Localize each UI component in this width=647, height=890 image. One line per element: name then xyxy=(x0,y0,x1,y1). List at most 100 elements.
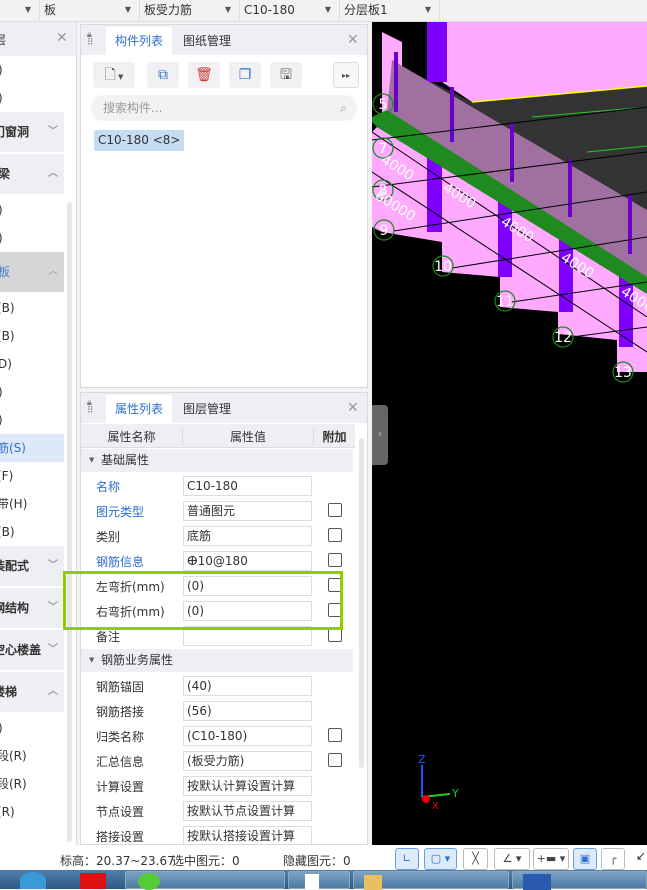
tree-item[interactable]: ) xyxy=(0,196,64,224)
tree-group[interactable]: 门窗洞 ﹀ xyxy=(0,112,64,152)
ortho-toggle[interactable]: ∟ xyxy=(395,848,419,870)
display-toggle[interactable]: ▣ xyxy=(573,848,597,870)
property-value-input[interactable]: (板受力筋) xyxy=(183,751,312,771)
tree-item[interactable]: ) xyxy=(0,714,64,742)
property-value-input[interactable]: ⴲ10@180 xyxy=(183,551,312,571)
property-name[interactable]: 钢筋信息 xyxy=(96,553,144,570)
tree-item-label: (F) xyxy=(0,469,14,483)
property-value-input[interactable]: 普通图元 xyxy=(183,501,312,521)
scrollbar[interactable] xyxy=(359,438,364,768)
section-header[interactable]: ▼ 基础属性 xyxy=(81,449,353,472)
tree-item[interactable]: (F) xyxy=(0,462,64,490)
property-value-input[interactable]: (56) xyxy=(183,701,312,721)
taskbar-app[interactable] xyxy=(125,871,285,890)
resize-icon[interactable]: ↙ xyxy=(636,849,646,863)
property-name[interactable]: 名称 xyxy=(96,478,120,495)
extra-checkbox[interactable] xyxy=(328,628,342,642)
tree-group[interactable]: 空心楼盖 ﹀ xyxy=(0,630,64,670)
extra-checkbox[interactable] xyxy=(328,753,342,767)
scrollbar[interactable] xyxy=(67,202,72,842)
tree-item[interactable]: D) xyxy=(0,350,64,378)
tree-item[interactable]: 段(R) xyxy=(0,770,64,798)
copy-button[interactable]: ⧉ xyxy=(147,62,179,88)
search-input[interactable]: 搜索构件... ⌕ xyxy=(91,95,357,121)
property-name[interactable]: 图元类型 xyxy=(96,503,144,520)
ortho-icon: ∟ xyxy=(402,852,412,865)
chevron-down-icon[interactable]: ﹀ xyxy=(48,588,58,628)
snap-toggle[interactable]: ▢ ▾ xyxy=(424,848,457,870)
tree-item-label: ) xyxy=(0,203,3,217)
tree-item[interactable]: ) xyxy=(0,406,64,434)
component-dropdown[interactable]: C10-180 ▼ xyxy=(240,0,340,22)
property-value-input[interactable]: (40) xyxy=(183,676,312,696)
section-header[interactable]: ▼ 钢筋业务属性 xyxy=(81,649,353,672)
taskbar-app[interactable] xyxy=(512,871,647,890)
tree-group[interactable]: 梁︿ xyxy=(0,154,64,194)
tree-item[interactable]: (B) xyxy=(0,518,64,546)
tree-item[interactable]: (B) xyxy=(0,322,64,350)
extra-checkbox[interactable] xyxy=(328,553,342,567)
tab-component-list[interactable]: 构件列表 xyxy=(106,27,173,55)
chevron-down-icon[interactable]: ﹀ xyxy=(48,546,58,586)
tree-item[interactable]: 段(R) xyxy=(0,742,64,770)
taskbar-app[interactable] xyxy=(353,871,509,890)
taskbar-app[interactable] xyxy=(288,871,350,890)
tree-item[interactable]: (R) xyxy=(0,798,64,826)
extra-checkbox[interactable] xyxy=(328,503,342,517)
tab-property-list[interactable]: 属性列表 xyxy=(106,395,173,423)
angle-tool[interactable]: ∠ ▾ xyxy=(494,848,530,870)
arc-tool[interactable]: ╭ xyxy=(601,848,625,870)
property-value-input[interactable]: 按默认搭接设置计算 xyxy=(183,826,312,844)
chevron-down-icon[interactable]: ﹀ xyxy=(48,112,58,152)
close-icon[interactable]: ✕ xyxy=(56,30,68,46)
delete-button[interactable]: 🗑︎ xyxy=(188,62,220,88)
offset-tool[interactable]: +▬ ▾ xyxy=(533,848,569,870)
property-value-input[interactable]: 按默认节点设置计算 xyxy=(183,801,312,821)
property-value-input[interactable]: 底筋 xyxy=(183,526,312,546)
layer-dropdown[interactable]: 分层板1 ▼ xyxy=(340,0,440,22)
type-dropdown[interactable]: 板受力筋 ▼ xyxy=(140,0,240,22)
tree-item[interactable]: (B) xyxy=(0,294,64,322)
property-value-input[interactable]: 按默认计算设置计算 xyxy=(183,776,312,796)
chevron-up-icon[interactable]: ︿ xyxy=(48,154,58,194)
chevron-down-icon[interactable]: ﹀ xyxy=(48,630,58,670)
category-dropdown[interactable]: 板 ▼ xyxy=(40,0,140,22)
tree-group[interactable]: 楼梯 ︿ xyxy=(0,672,64,712)
extra-checkbox[interactable] xyxy=(328,728,342,742)
close-icon[interactable]: ✕ xyxy=(347,32,359,48)
lock-icon[interactable]: 🔒︎ ⠿ xyxy=(87,399,97,417)
new-component-button[interactable]: 🗋︎ ▼ xyxy=(93,62,135,88)
3d-model-canvas[interactable]: 578910111213400060000 4000400040004000 Z … xyxy=(372,22,647,845)
tree-group[interactable]: 板︿ xyxy=(0,252,64,292)
tree-group[interactable]: 装配式 ﹀ xyxy=(0,546,64,586)
tab-layer-management[interactable]: 图层管理 xyxy=(174,395,240,423)
component-item[interactable]: C10-180 <8> xyxy=(94,130,185,151)
extra-checkbox[interactable] xyxy=(328,528,342,542)
collapse-panel-handle[interactable]: ‹ xyxy=(372,405,388,465)
panel-tabs: 🔒︎ ⠿ 属性列表 图层管理 ✕ xyxy=(81,393,367,423)
cross-toggle[interactable]: ╳ xyxy=(463,848,488,870)
axis-indicator: Z Y X xyxy=(418,753,459,812)
property-value-input[interactable]: (C10-180) xyxy=(183,726,312,746)
tree-item[interactable]: ) xyxy=(0,224,64,252)
tree-item[interactable]: ) xyxy=(0,378,64,406)
property-value-input[interactable]: C10-180 xyxy=(183,476,312,496)
floor-dropdown[interactable]: ▼ xyxy=(0,0,40,22)
chevron-up-icon[interactable]: ︿ xyxy=(48,252,58,292)
tree-item[interactable]: ) xyxy=(0,84,64,112)
3d-viewport[interactable]: 5 7 8 9 10 11 12 13 4000 60000 4000 4000 4000 4000 Z … xyxy=(372,22,647,845)
more-button[interactable]: ▸▸ xyxy=(333,62,359,88)
tree-item[interactable]: ) xyxy=(0,56,64,84)
tree-item[interactable]: 筋(S) xyxy=(0,434,64,462)
lock-icon[interactable]: 🔒︎ ⠿ xyxy=(87,31,97,49)
app-icon[interactable] xyxy=(80,873,106,889)
tree-group[interactable]: 钢结构 ﹀ xyxy=(0,588,64,628)
tab-drawing-management[interactable]: 图纸管理 xyxy=(174,27,240,55)
close-icon[interactable]: ✕ xyxy=(347,400,359,416)
tree-item[interactable]: 带(H) xyxy=(0,490,64,518)
chevron-up-icon[interactable]: ︿ xyxy=(48,672,58,712)
ie-icon[interactable] xyxy=(20,872,46,889)
copy-to-floor-button[interactable]: ❐ xyxy=(229,62,261,88)
save-button[interactable]: 🖫︎ xyxy=(270,62,302,88)
tree-item-label: ) xyxy=(0,721,3,735)
